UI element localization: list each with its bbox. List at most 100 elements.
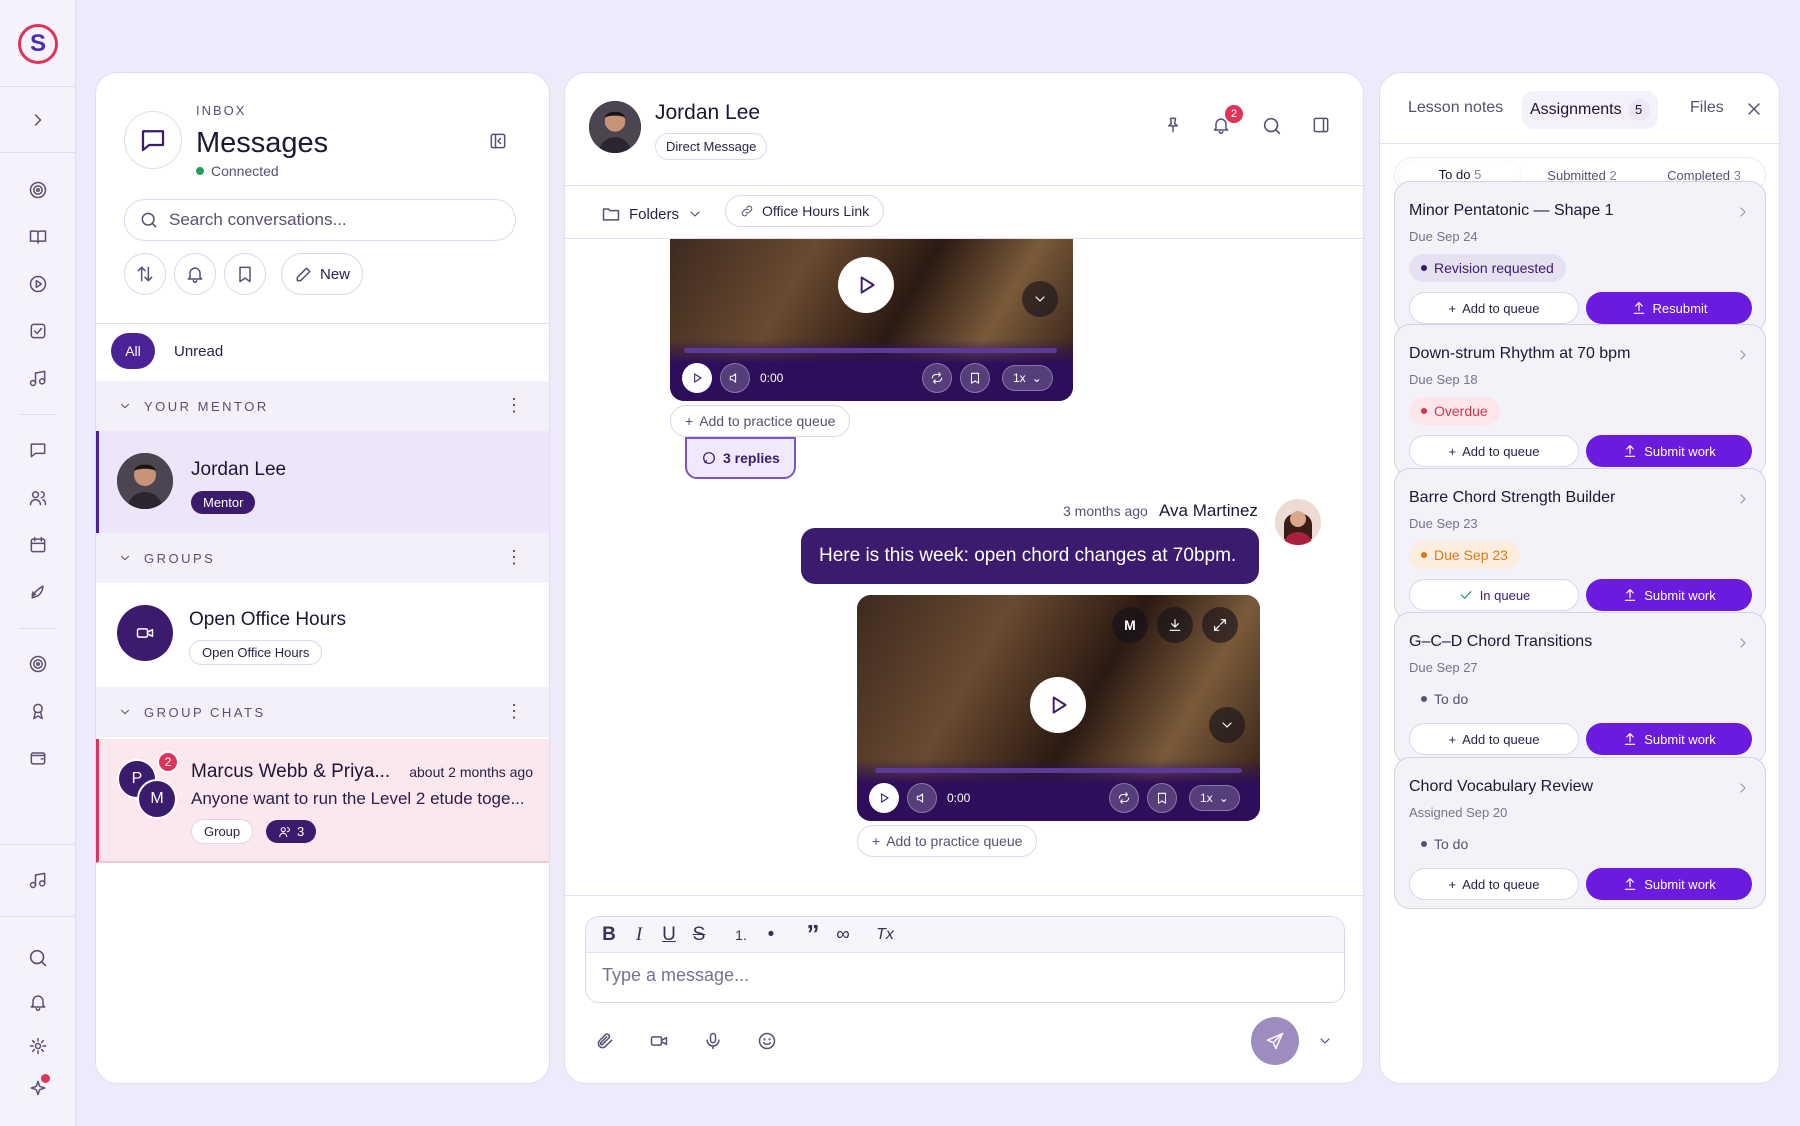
add-to-practice-queue-button[interactable]: + Add to practice queue [857, 825, 1038, 857]
conversation-group-chat[interactable]: P M 2 Marcus Webb & Priya... about 2 mon… [96, 739, 549, 863]
target-icon[interactable] [26, 178, 50, 202]
video-progress[interactable] [875, 768, 1242, 773]
assignment-card[interactable]: Chord Vocabulary Review Assigned Sep 20 … [1394, 757, 1766, 909]
search-icon[interactable] [26, 946, 50, 970]
speed-selector[interactable]: 1x ⌄ [1189, 785, 1240, 811]
folders-dropdown[interactable]: Folders [601, 195, 703, 233]
tab-assignments[interactable]: Assignments 5 [1522, 91, 1658, 129]
rocket-icon[interactable] [26, 580, 50, 604]
section-group-chats[interactable]: GROUP CHATS ⋮ [96, 687, 549, 737]
bold-button[interactable]: B [600, 924, 618, 946]
loop-icon[interactable] [922, 363, 952, 393]
pin-icon[interactable] [1163, 115, 1183, 135]
music-note-icon[interactable] [26, 366, 50, 390]
add-to-queue-button[interactable]: In queue [1409, 579, 1579, 611]
bell-icon[interactable] [26, 990, 50, 1014]
video-player[interactable]: 0:00 1x ⌄ [670, 239, 1073, 401]
m-button[interactable]: M [1112, 607, 1148, 643]
calendar-icon[interactable] [26, 533, 50, 557]
wallet-icon[interactable] [26, 746, 50, 770]
underline-button[interactable]: U [660, 924, 678, 946]
volume-icon[interactable] [720, 363, 750, 393]
expand-rail-button[interactable] [26, 108, 50, 132]
add-to-queue-button[interactable]: + Add to queue [1409, 868, 1579, 900]
users-icon[interactable] [26, 486, 50, 510]
more-options-icon[interactable]: ⋮ [505, 395, 523, 416]
numbered-list-button[interactable]: 1. [732, 927, 750, 943]
search-icon[interactable] [1261, 115, 1283, 137]
submit-button[interactable]: Submit work [1586, 868, 1752, 900]
checklist-icon[interactable] [26, 319, 50, 343]
settings-icon[interactable] [26, 1034, 50, 1058]
speed-selector[interactable]: 1x ⌄ [1002, 365, 1053, 391]
expand-icon[interactable] [1202, 607, 1238, 643]
play-icon[interactable] [682, 363, 712, 393]
play-button[interactable] [1030, 677, 1086, 733]
video-icon[interactable] [649, 1031, 669, 1051]
loop-icon[interactable] [1109, 783, 1139, 813]
video-progress[interactable] [684, 348, 1057, 353]
filter-all[interactable]: All [111, 333, 155, 369]
bookmarks-button[interactable] [224, 253, 266, 295]
add-to-queue-button[interactable]: + Add to queue [1409, 435, 1579, 467]
quote-button[interactable]: ” [804, 919, 822, 950]
conversation-open-office-hours[interactable]: Open Office Hours Open Office Hours [96, 585, 549, 685]
chevron-down-icon[interactable] [1209, 707, 1245, 743]
video-player[interactable]: M 0:00 1x ⌄ [857, 595, 1260, 821]
download-icon[interactable] [1157, 607, 1193, 643]
volume-icon[interactable] [907, 783, 937, 813]
play-button[interactable] [838, 257, 894, 313]
collapse-panel-button[interactable] [488, 131, 508, 151]
conversation-mentor[interactable]: Jordan Lee Mentor [96, 431, 549, 533]
office-hours-link[interactable]: Office Hours Link [725, 195, 885, 227]
play-icon[interactable] [869, 783, 899, 813]
more-options-icon[interactable]: ⋮ [505, 701, 523, 722]
chevron-down-icon[interactable] [1317, 1033, 1333, 1049]
section-your-mentor[interactable]: YOUR MENTOR ⋮ [96, 381, 549, 431]
sort-button[interactable] [124, 253, 166, 295]
search-input[interactable] [169, 210, 499, 230]
attach-icon[interactable] [595, 1031, 615, 1051]
send-button[interactable] [1251, 1017, 1299, 1065]
search-conversations[interactable] [124, 199, 516, 241]
tab-lesson-notes[interactable]: Lesson notes [1408, 99, 1503, 117]
italic-button[interactable]: I [630, 924, 648, 946]
bookmark-icon[interactable] [960, 363, 990, 393]
new-message-button[interactable]: New [281, 253, 363, 295]
filter-unread[interactable]: Unread [174, 343, 223, 360]
more-options-icon[interactable]: ⋮ [505, 547, 523, 568]
book-icon[interactable] [26, 225, 50, 249]
replies-button[interactable]: 3 replies [685, 437, 796, 479]
submit-button[interactable]: Submit work [1586, 579, 1752, 611]
message-input[interactable] [602, 965, 1302, 986]
link-button[interactable]: ∞ [834, 924, 852, 946]
award-icon[interactable] [26, 699, 50, 723]
chevron-down-icon[interactable] [1022, 281, 1058, 317]
close-icon[interactable] [1744, 99, 1764, 119]
clear-format-button[interactable]: Tx [876, 926, 894, 944]
assignment-card[interactable]: Down-strum Rhythm at 70 bpm Due Sep 18 O… [1394, 324, 1766, 476]
add-to-queue-button[interactable]: + Add to queue [1409, 292, 1579, 324]
strikethrough-button[interactable]: S [690, 924, 708, 946]
tab-files[interactable]: Files [1690, 99, 1724, 117]
sidebar-toggle-icon[interactable] [1311, 115, 1331, 135]
submit-button[interactable]: Submit work [1586, 723, 1752, 755]
add-to-practice-queue-button[interactable]: + Add to practice queue [670, 405, 851, 437]
emoji-icon[interactable] [757, 1031, 777, 1051]
play-circle-icon[interactable] [26, 272, 50, 296]
microphone-icon[interactable] [703, 1031, 723, 1051]
submit-button[interactable]: Submit work [1586, 435, 1752, 467]
add-to-queue-button[interactable]: + Add to queue [1409, 723, 1579, 755]
submit-button[interactable]: Resubmit [1586, 292, 1752, 324]
assignment-card[interactable]: G–C–D Chord Transitions Due Sep 27 To do… [1394, 612, 1766, 764]
notifications-button[interactable] [174, 253, 216, 295]
bullet-list-button[interactable]: • [762, 924, 780, 946]
music-note-icon[interactable] [26, 868, 50, 892]
assignment-card[interactable]: Barre Chord Strength Builder Due Sep 23 … [1394, 468, 1766, 620]
section-groups[interactable]: GROUPS ⋮ [96, 533, 549, 583]
target-icon[interactable] [26, 652, 50, 676]
app-logo[interactable]: S [18, 24, 58, 64]
chat-icon[interactable] [26, 438, 50, 462]
bookmark-icon[interactable] [1147, 783, 1177, 813]
assignment-card[interactable]: Minor Pentatonic — Shape 1 Due Sep 24 Re… [1394, 181, 1766, 333]
